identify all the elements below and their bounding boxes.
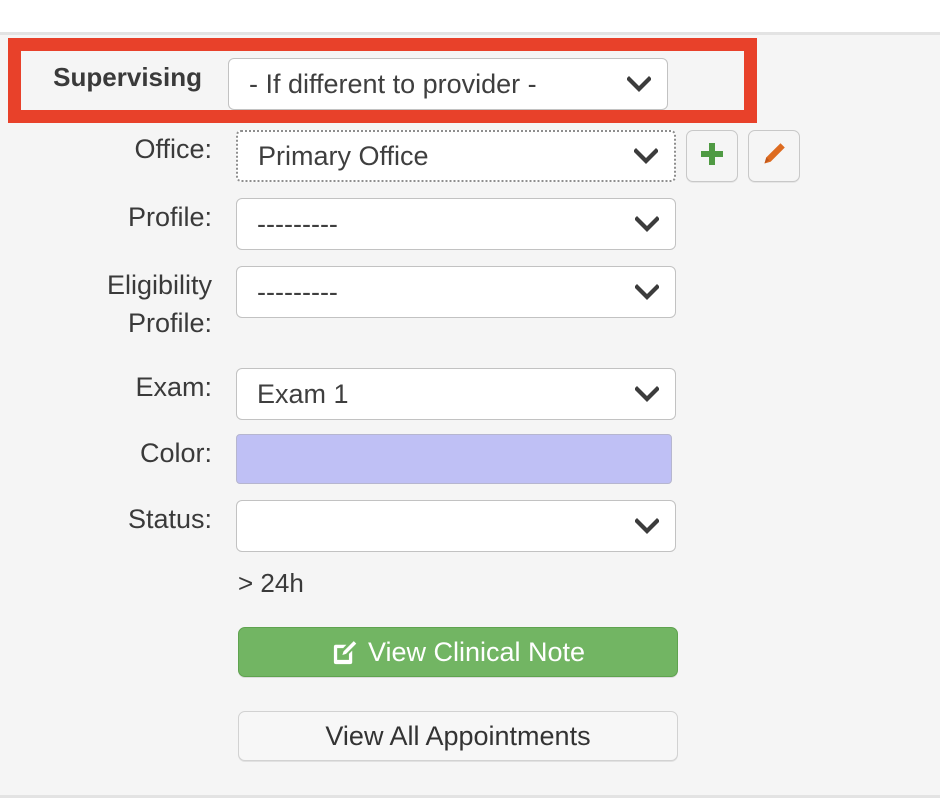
row-eligibility-profile: Eligibility Profile: --------- — [36, 266, 676, 342]
eligibility-profile-select-value: --------- — [257, 277, 338, 307]
top-white-strip — [0, 0, 940, 32]
supervising-label: Supervising — [53, 62, 202, 92]
supervising-select[interactable]: - If different to provider - — [228, 58, 668, 110]
view-all-appointments-button[interactable]: View All Appointments — [238, 711, 678, 761]
pencil-icon — [761, 141, 787, 172]
exam-label: Exam: — [135, 372, 212, 402]
eligibility-profile-label-line1: Eligibility — [106, 270, 212, 300]
view-all-appointments-label: View All Appointments — [325, 720, 591, 751]
appointment-duration-text: > 24h — [238, 568, 304, 598]
bottom-white-strip — [0, 798, 940, 804]
office-select[interactable]: Primary Office — [236, 130, 676, 182]
view-clinical-note-label: View Clinical Note — [367, 636, 586, 667]
color-swatch-input[interactable] — [236, 434, 672, 484]
row-profile: Profile: --------- — [36, 198, 676, 250]
chevron-down-icon — [635, 501, 659, 551]
exam-select-value: Exam 1 — [257, 379, 349, 409]
appointment-detail-panel: Supervising - If different to provider -… — [0, 0, 940, 804]
edit-office-button[interactable] — [748, 130, 800, 182]
profile-select-value: --------- — [257, 209, 338, 239]
exam-select[interactable]: Exam 1 — [236, 368, 676, 420]
profile-select[interactable]: --------- — [236, 198, 676, 250]
supervising-select-value: - If different to provider - — [249, 69, 537, 99]
view-clinical-note-button[interactable]: View Clinical Note — [238, 627, 678, 677]
row-exam: Exam: Exam 1 — [36, 368, 676, 420]
eligibility-profile-label: Eligibility Profile: — [36, 266, 236, 342]
pencil-square-icon — [331, 639, 358, 666]
row-status: Status: — [36, 500, 676, 552]
chevron-down-icon — [627, 59, 651, 109]
chevron-down-icon — [635, 267, 659, 317]
status-select[interactable] — [236, 500, 676, 552]
profile-label: Profile: — [127, 202, 212, 232]
color-label: Color: — [139, 438, 212, 468]
eligibility-profile-select[interactable]: --------- — [236, 266, 676, 318]
office-label: Office: — [134, 134, 212, 164]
status-label: Status: — [127, 504, 212, 534]
plus-icon — [699, 141, 725, 172]
row-office: Office: Primary Office — [36, 130, 800, 182]
add-office-button[interactable] — [686, 130, 738, 182]
row-supervising: Supervising - If different to provider - — [20, 58, 668, 110]
office-select-value: Primary Office — [258, 141, 429, 171]
row-color: Color: — [36, 434, 672, 484]
eligibility-profile-label-line2: Profile: — [127, 308, 212, 338]
chevron-down-icon — [634, 132, 658, 180]
chevron-down-icon — [635, 199, 659, 249]
chevron-down-icon — [635, 369, 659, 419]
